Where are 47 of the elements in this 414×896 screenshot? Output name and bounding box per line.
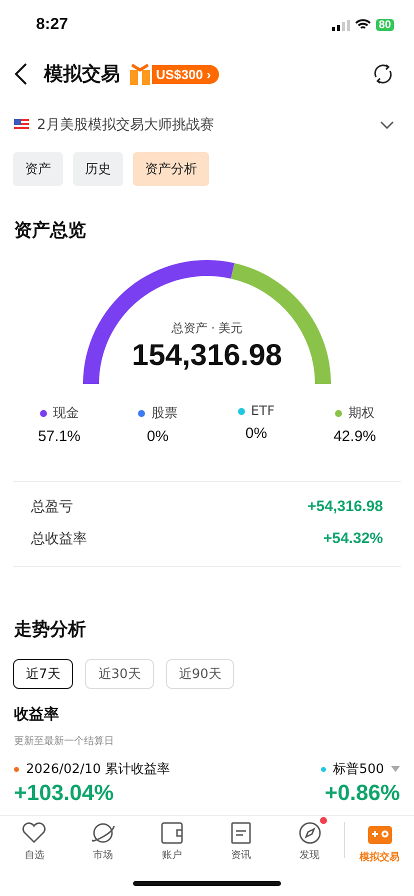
page-title: 模拟交易 <box>44 62 120 87</box>
total-caption: 总资产 · 美元 <box>171 320 243 337</box>
competition-name[interactable]: 2月美股模拟交易大师挑战赛 <box>37 116 214 134</box>
flag-icon <box>14 119 29 131</box>
legend-value: 42.9% <box>333 428 376 445</box>
legend-label: 股票 <box>151 405 178 422</box>
update-note: 更新至最新一个结算日 <box>13 734 115 748</box>
signal-icon <box>332 20 350 30</box>
tab[interactable]: 资产 <box>13 152 63 186</box>
nav-item[interactable]: 账户 <box>138 816 206 872</box>
stat-value: +54,316.98 <box>308 498 383 516</box>
series-label: 2026/02/10 累计收益率 <box>26 761 170 778</box>
compass-icon <box>296 820 323 846</box>
tab[interactable]: 历史 <box>73 152 123 186</box>
stat-label: 总收益率 <box>31 530 87 548</box>
nav-item[interactable]: 发现 <box>275 816 344 872</box>
battery-indicator: 80 <box>376 19 394 31</box>
status-time: 8:27 <box>36 16 68 34</box>
legend-label: ETF <box>250 404 275 419</box>
chart-title: 收益率 <box>13 704 60 724</box>
refresh-icon[interactable] <box>372 63 394 85</box>
return-value: +103.04% <box>14 780 115 806</box>
back-icon[interactable] <box>14 63 28 85</box>
chevron-down-icon[interactable] <box>380 121 394 129</box>
stat-label: 总盈亏 <box>31 498 73 516</box>
wifi-icon <box>354 19 371 31</box>
wallet-icon <box>159 820 186 846</box>
legend-value: 0% <box>146 428 169 445</box>
nav-item[interactable]: 自选 <box>0 816 69 872</box>
period-chip[interactable]: 近90天 <box>166 659 234 689</box>
nav-item[interactable]: 市场 <box>68 816 138 872</box>
legend-value: 0% <box>245 425 268 442</box>
section-title: 资产总览 <box>13 219 87 242</box>
legend-label: 现金 <box>52 405 79 422</box>
stat-value: +54.32% <box>323 530 383 548</box>
return-value: +0.86% <box>324 780 400 806</box>
legend-label: 期权 <box>348 405 374 422</box>
legend-value: 57.1% <box>38 428 81 445</box>
gift-icon <box>128 62 152 86</box>
period-chip[interactable]: 近30天 <box>85 659 154 689</box>
total-value: 154,316.98 <box>132 339 282 373</box>
tab[interactable]: 资产分析 <box>133 152 209 186</box>
heart-icon <box>21 820 48 846</box>
benchmark-selector[interactable]: 标普500 <box>333 760 384 778</box>
period-chip[interactable]: 近7天 <box>13 659 74 689</box>
section-title: 走势分析 <box>13 618 87 641</box>
nav-item[interactable]: 资讯 <box>206 816 276 872</box>
